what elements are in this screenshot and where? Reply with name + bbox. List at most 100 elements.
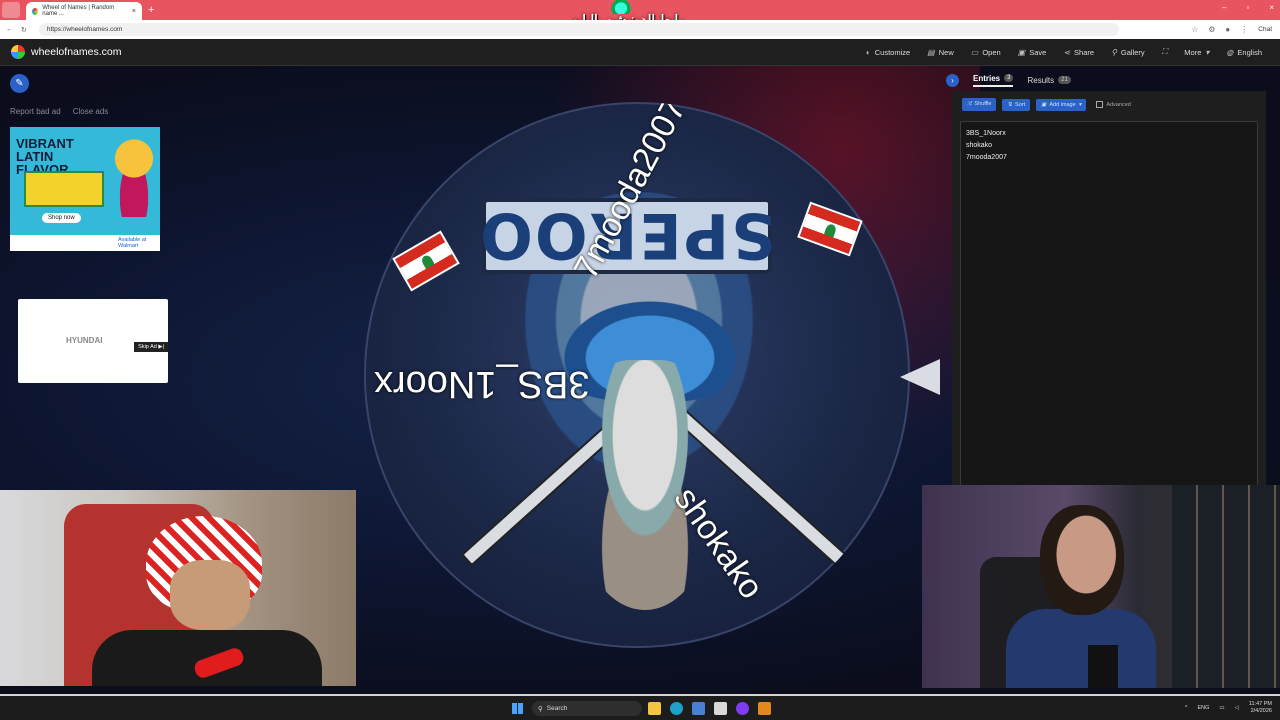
nav-fullscreen[interactable]: ⛶ [1162, 47, 1168, 57]
entries-toolbar: ⤨ Shuffle ⇅ Sort ▣ Add image ▾ Advanced [962, 98, 1266, 111]
shuffle-icon: ⤨ [967, 101, 972, 107]
windows-taskbar: ⚲ Search ^ ENG ▭ ◁ 11:47 PM 2/4/2026 [0, 694, 1280, 720]
ad-brand: HYUNDAI [66, 336, 103, 345]
streamer-face-image [1040, 505, 1124, 615]
folder-icon: ▭ [970, 47, 979, 57]
site-header: wheelofnames.com ◐ Customize ▤ New ▭ Open ▣… [0, 39, 1280, 66]
network-icon[interactable]: ▭ [1219, 705, 1224, 711]
chevron-up-icon[interactable]: ^ [1185, 705, 1188, 711]
image-icon: ▣ [1041, 101, 1047, 108]
tab-close-icon[interactable]: × [132, 8, 136, 15]
taskbar-apps [648, 702, 771, 715]
site-logo[interactable]: wheelofnames.com [11, 45, 121, 59]
ad-banner-walmart[interactable]: VIBRANT LATIN FLAVOR Shop now Available … [10, 127, 160, 251]
url-text: https://wheelofnames.com [46, 26, 123, 33]
entries-textarea[interactable]: 3BS_1Noorx shokako 7mooda2007 [960, 121, 1258, 491]
advanced-checkbox[interactable] [1096, 101, 1104, 108]
browser-tab[interactable]: Wheel of Names | Random name ... × [26, 2, 142, 20]
ad-retailer: Available at Walmart [10, 235, 160, 251]
entries-count-badge: 3 [1004, 74, 1014, 82]
streamer-body-image [1006, 609, 1156, 688]
ad-banner-video[interactable]: HYUNDAI Skip Ad ▶| [18, 299, 168, 383]
lebanon-flag-icon [797, 201, 863, 257]
ad-character-image [112, 139, 156, 217]
tab-entries[interactable]: Entries 3 [973, 74, 1014, 87]
close-window-button[interactable]: × [1269, 3, 1274, 12]
skip-ad-button[interactable]: Skip Ad ▶| [134, 342, 168, 352]
wheel-pointer-icon [900, 359, 940, 395]
close-ads-link[interactable]: Close ads [73, 107, 109, 116]
search-icon: ⚲ [538, 705, 543, 713]
nav-more[interactable]: More ▾ [1184, 47, 1209, 57]
wheel-logo-icon [11, 45, 25, 59]
nav-gallery[interactable]: ⚲ Gallery [1111, 47, 1145, 57]
entry-line: shokako [966, 142, 993, 149]
windows-start-icon[interactable] [512, 703, 523, 714]
results-count-badge: 21 [1058, 76, 1071, 84]
url-field[interactable]: https://wheelofnames.com [38, 23, 1119, 36]
top-nav: ◐ Customize ▤ New ▭ Open ▣ Save ⋖ Share ⚲ Gall… [866, 47, 1262, 57]
profile-icon[interactable]: ● [1225, 25, 1230, 34]
tab-title: Wheel of Names | Random name ... [42, 5, 115, 17]
clock-date: 2/4/2026 [1250, 708, 1272, 714]
taskbar-search-label: Search [546, 705, 568, 712]
wheel-disc: SPEROO 3BS_1Noorx 7mooda2007 shokako [364, 102, 910, 648]
ad-shop-now-button[interactable]: Shop now [42, 213, 81, 223]
taskbar-search[interactable]: ⚲ Search [532, 701, 642, 716]
menu-icon[interactable]: ⋮ [1240, 25, 1248, 34]
nav-new[interactable]: ▤ New [927, 47, 954, 57]
store-icon[interactable] [692, 702, 705, 715]
clock[interactable]: 11:47 PM 2/4/2026 [1249, 701, 1272, 715]
file-explorer-icon[interactable] [648, 702, 661, 715]
advanced-toggle[interactable]: Advanced [1096, 101, 1131, 108]
globe-icon: ◍ [1226, 47, 1234, 57]
chat-app-icon[interactable] [736, 702, 749, 715]
window-controls: – ▫ × [1222, 3, 1274, 12]
add-image-button[interactable]: ▣ Add image ▾ [1036, 98, 1087, 111]
nav-open[interactable]: ▭ Open [971, 47, 1001, 57]
tab-actions-button[interactable] [2, 2, 20, 18]
entries-content: ⤨ Shuffle ⇅ Sort ▣ Add image ▾ Advanced 3BS_… [952, 91, 1266, 501]
webcam-left [0, 490, 356, 686]
collapse-panel-icon[interactable]: › [946, 73, 959, 87]
site-name: wheelofnames.com [31, 46, 122, 58]
nav-share[interactable]: ⋖ Share [1063, 47, 1094, 57]
address-bar: ← ↻ https://wheelofnames.com ☆ ⚙ ● ⋮ Cha… [0, 20, 1280, 39]
chat-button[interactable]: Chat [1258, 26, 1272, 33]
maximize-button[interactable]: ▫ [1246, 3, 1249, 12]
volume-icon[interactable]: ◁ [1235, 705, 1239, 711]
language-indicator[interactable]: ENG [1198, 705, 1210, 711]
nav-customize[interactable]: ◐ Customize [866, 47, 910, 57]
panel-tabs: › Entries 3 Results 21 [944, 71, 1266, 89]
entries-panel: › Entries 3 Results 21 ⤨ Shuffle ⇅ Sort ▣ Add… [944, 71, 1266, 501]
extensions-icon[interactable]: ⚙ [1208, 25, 1215, 34]
edge-icon[interactable] [670, 702, 683, 715]
mail-icon[interactable] [714, 702, 727, 715]
file-icon: ▤ [927, 47, 935, 57]
new-tab-button[interactable]: + [148, 4, 154, 16]
system-tray: ^ ENG ▭ ◁ 11:47 PM 2/4/2026 [1185, 701, 1272, 715]
wheel-favicon-icon [32, 7, 39, 15]
back-icon[interactable]: ← [6, 26, 13, 33]
microphone-image [1088, 645, 1118, 688]
nav-language[interactable]: ◍ English [1226, 47, 1262, 57]
chevron-down-icon: ▾ [1078, 101, 1082, 108]
report-bad-ad-link[interactable]: Report bad ad [10, 107, 61, 116]
webcam-right [922, 485, 1280, 688]
nav-save[interactable]: ▣ Save [1018, 47, 1047, 57]
shuffle-button[interactable]: ⤨ Shuffle [962, 98, 997, 111]
spin-wheel[interactable]: SPEROO 3BS_1Noorx 7mooda2007 shokako [364, 102, 910, 648]
entry-line: 3BS_1Noorx [966, 130, 1006, 137]
search-icon: ⚲ [1111, 47, 1117, 57]
edit-pencil-icon[interactable]: ✎ [10, 74, 29, 93]
reload-icon[interactable]: ↻ [21, 26, 27, 34]
sort-button[interactable]: ⇅ Sort [1002, 98, 1031, 111]
star-icon[interactable]: ☆ [1191, 25, 1198, 34]
tab-results[interactable]: Results 21 [1027, 76, 1071, 85]
fullscreen-icon: ⛶ [1161, 47, 1168, 56]
ad-links: Report bad ad Close ads [10, 107, 108, 116]
app-icon[interactable] [758, 702, 771, 715]
minimize-button[interactable]: – [1222, 3, 1226, 12]
lebanon-flag-icon [392, 230, 460, 292]
palette-icon: ◐ [865, 47, 871, 57]
